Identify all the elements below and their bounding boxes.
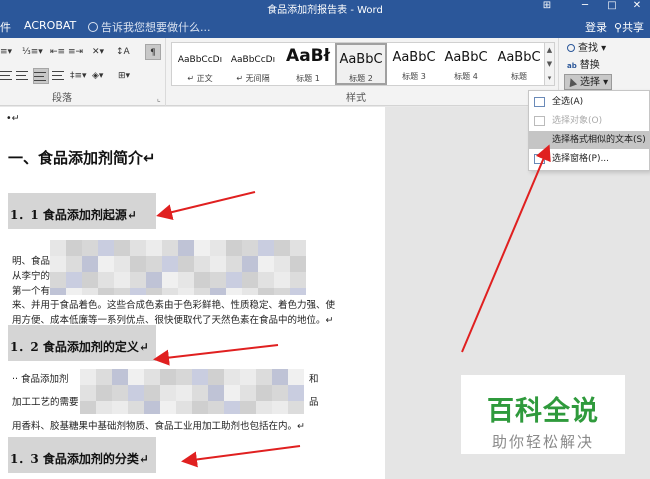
arrow-heading-3 (181, 445, 301, 468)
arrow-heading-2 (153, 344, 279, 366)
arrow-menu (461, 144, 551, 353)
annotation-arrows (153, 144, 551, 468)
arrow-heading-1 (156, 191, 256, 220)
word-window: 食品添加剂报告表 - Word ⊞ ─ □ ✕ 件 ACROBAT 告诉我您想要… (0, 0, 650, 479)
